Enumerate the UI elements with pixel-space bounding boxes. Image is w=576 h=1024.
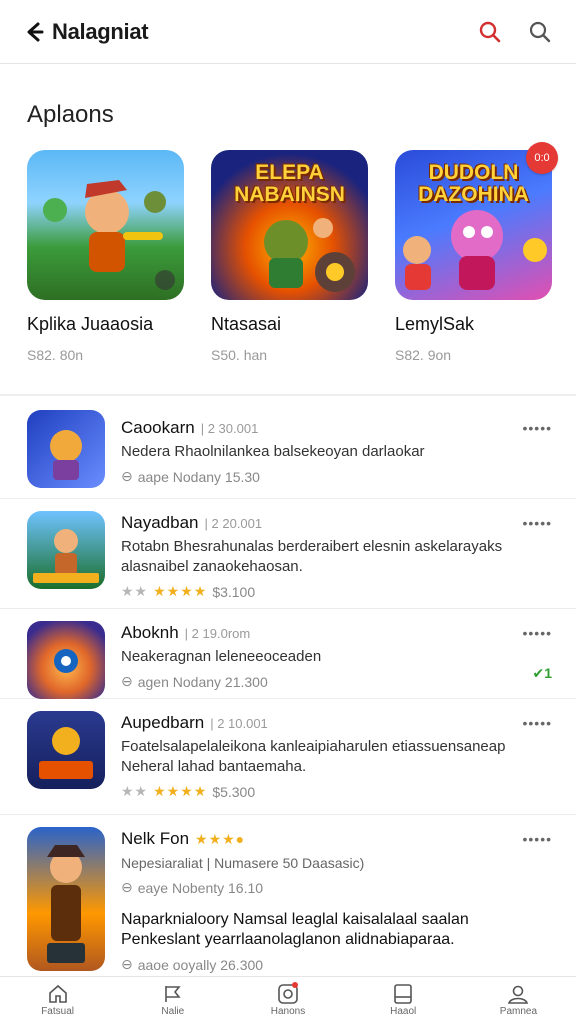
app-name: Aupedbarn xyxy=(121,713,205,732)
app-date: | 2 10.001 xyxy=(210,716,268,731)
library-icon xyxy=(394,984,413,1004)
age-icon: ⊖ xyxy=(121,673,133,689)
app-art-title: DUDOLN DAZOHINA xyxy=(418,161,529,207)
list-item[interactable]: Nayadban | 2 20.001 Rotabn Bhesrahunalas… xyxy=(0,499,576,609)
app-description: Nedera Rhaolnilankea balsekeoyan darlaok… xyxy=(121,443,425,460)
search-icon[interactable] xyxy=(476,18,504,46)
app-description: Nepesiaraliat | Numasere 50 Daasasic) xyxy=(121,855,365,871)
rating-stars: ★★★★ xyxy=(153,783,208,799)
featured-app-card[interactable]: Kplika Juaaosia S82. 80n xyxy=(27,150,184,363)
app-thumbnail xyxy=(27,827,105,971)
nav-label: Fatsual xyxy=(41,1006,74,1017)
search-icon[interactable] xyxy=(526,18,554,46)
nav-label: Hanons xyxy=(270,1006,306,1017)
nav-item-home[interactable]: Fatsual xyxy=(0,977,115,1024)
app-thumbnail: DUDOLN DAZOHINA xyxy=(395,150,552,300)
nav-item-profile[interactable]: Pamnea xyxy=(461,977,576,1024)
back-arrow-icon[interactable] xyxy=(22,19,48,45)
profile-icon xyxy=(508,985,529,1004)
app-meta: S50. han xyxy=(211,347,268,363)
age-icon: ⊖ xyxy=(121,879,133,895)
app-price: $5.300 xyxy=(212,783,256,800)
more-options-button[interactable]: ••••• xyxy=(522,515,552,531)
more-options-button[interactable]: ••••• xyxy=(522,831,552,847)
flag-icon xyxy=(164,986,181,1002)
app-date: | 2 30.001 xyxy=(200,421,259,436)
rating-stars-empty: ★★ xyxy=(121,783,149,799)
app-description: Foatelsalapelaleikona kanleaipiaharulen … xyxy=(121,738,506,775)
more-options-button[interactable]: ••••• xyxy=(522,625,552,641)
section-title: Aplaons xyxy=(27,101,114,128)
app-thumbnail xyxy=(27,511,105,589)
age-icon: ⊖ xyxy=(121,468,133,484)
app-thumbnail xyxy=(27,150,184,300)
app-name: Nayadban xyxy=(121,513,199,532)
app-name: Aboknh xyxy=(121,623,179,642)
notification-badge: 0:0 xyxy=(526,142,558,174)
app-thumbnail xyxy=(27,711,105,789)
nav-label: Pamnea xyxy=(499,1006,538,1017)
rating-stars-empty: ★★ xyxy=(121,583,149,599)
app-name: Caookarn xyxy=(121,418,195,437)
top-app-bar: Nalagniat xyxy=(0,0,576,64)
bottom-navigation: Fatsual Nalie Hanons Haaol Pamnea xyxy=(0,976,576,1024)
featured-carousel: Kplika Juaaosia S82. 80n ELEPA NABAINSN … xyxy=(27,142,558,363)
app-meta: aape Nodany 15.30 xyxy=(137,468,260,485)
rating-stars: ★★★● xyxy=(195,831,246,847)
nav-item-nalie[interactable]: Nalie xyxy=(115,977,230,1024)
app-name: Ntasasai xyxy=(211,314,282,334)
app-description: Rotabn Bhesrahunalas berderaibert elesni… xyxy=(121,538,503,575)
rating-stars: ★★★★ xyxy=(153,583,208,599)
nav-label: Nalie xyxy=(161,1006,185,1017)
app-title: Nalagniat xyxy=(52,18,149,44)
app-meta: S82. 9on xyxy=(395,347,452,363)
app-description-secondary: Naparknialoory Namsal leaglal kaisalalaa… xyxy=(121,911,469,948)
list-item[interactable]: Caookarn | 2 30.001 Nedera Rhaolnilankea… xyxy=(0,398,576,499)
app-meta: eaye Nobenty 16.10 xyxy=(137,879,264,896)
home-icon xyxy=(48,984,67,1003)
app-thumbnail xyxy=(27,410,105,488)
app-thumbnail xyxy=(27,621,105,699)
featured-app-card[interactable]: ELEPA NABAINSN Ntasasai S50. han xyxy=(211,150,368,363)
app-meta: agen Nodany 21.300 xyxy=(137,673,268,690)
app-name: Kplika Juaaosia xyxy=(27,314,154,334)
app-description: Neakeragnan leleneeoceaden xyxy=(121,648,322,665)
app-date: | 2 19.0rom xyxy=(184,626,251,641)
more-options-button[interactable]: ••••• xyxy=(522,420,552,436)
nav-item-hanons[interactable]: Hanons xyxy=(230,977,345,1024)
installed-check-icon: ✔1 xyxy=(532,665,552,681)
nav-item-haaol[interactable]: Haaol xyxy=(346,977,461,1024)
list-item[interactable]: Aboknh | 2 19.0rom Neakeragnan leleneeoc… xyxy=(0,609,576,699)
app-art-title: ELEPA NABAINSN xyxy=(234,161,345,207)
featured-app-card[interactable]: DUDOLN DAZOHINA 0:0 LemylSak S82. 9on xyxy=(395,142,558,363)
app-price: $3.100 xyxy=(212,583,256,600)
app-meta-secondary: aaoe ooyally 26.300 xyxy=(137,956,264,973)
more-options-button[interactable]: ••••• xyxy=(522,715,552,731)
section-divider xyxy=(0,394,576,396)
app-name: LemylSak xyxy=(395,314,475,334)
app-name: Nelk Fon xyxy=(121,829,190,848)
app-meta: S82. 80n xyxy=(27,347,84,363)
list-item[interactable]: Nelk Fon ★★★● Nepesiaraliat | Numasere 5… xyxy=(0,815,576,976)
app-thumbnail: ELEPA NABAINSN xyxy=(211,150,368,300)
nav-label: Haaol xyxy=(390,1006,417,1017)
age-icon: ⊖ xyxy=(121,956,133,972)
list-item[interactable]: Aupedbarn | 2 10.001 Foatelsalapelaleiko… xyxy=(0,699,576,815)
app-date: | 2 20.001 xyxy=(204,516,263,531)
